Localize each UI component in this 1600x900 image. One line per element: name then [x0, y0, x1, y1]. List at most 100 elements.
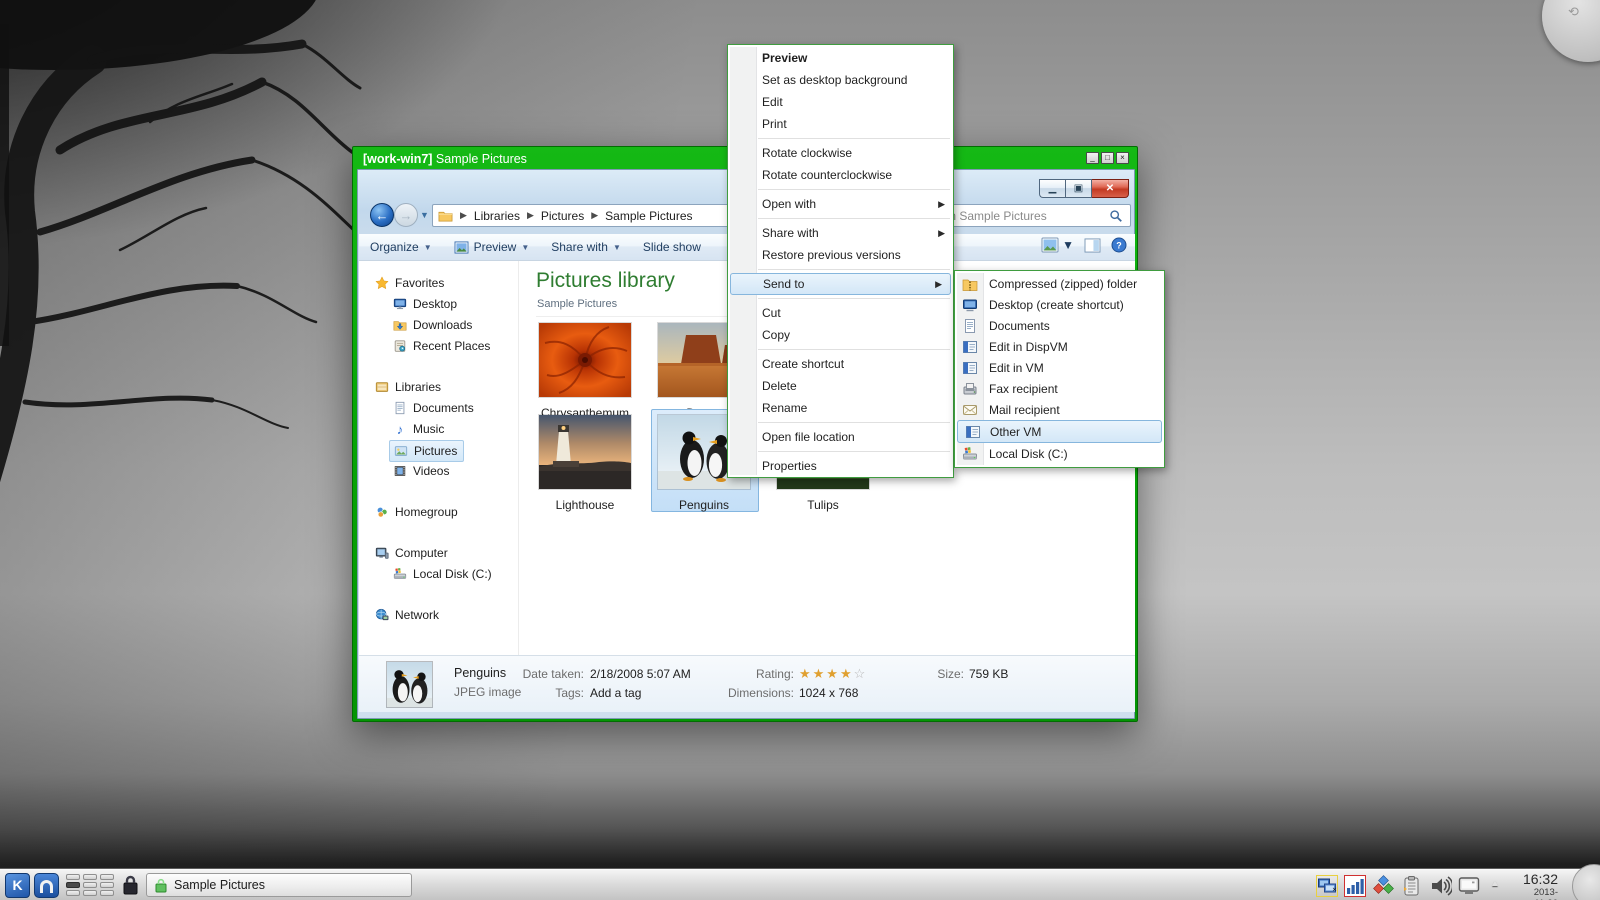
sendto-item-documents[interactable]: Documents [955, 316, 1164, 337]
help-icon[interactable]: ? [1111, 237, 1127, 253]
forward-button[interactable]: → [394, 203, 418, 227]
star-empty-icon[interactable]: ☆ [854, 666, 868, 681]
menu-item-rename[interactable]: Rename [728, 397, 953, 419]
menu-item-edit[interactable]: Edit [728, 91, 953, 113]
maximize-icon[interactable]: □ [1101, 152, 1114, 164]
desktop-cell-active[interactable] [66, 882, 80, 888]
menu-item-preview[interactable]: Preview [728, 47, 953, 69]
menu-item-restore-previous-versions[interactable]: Restore previous versions [728, 244, 953, 266]
sidebar-label: Computer [395, 546, 448, 560]
search-icon[interactable] [1109, 209, 1123, 223]
breadcrumb-sample-pictures[interactable]: Sample Pictures [605, 209, 692, 223]
clipboard-icon[interactable] [1400, 875, 1422, 897]
lock-icon[interactable] [122, 874, 139, 897]
vm-devices-icon[interactable]: ✕ [1316, 875, 1338, 897]
virtual-desktop-pager[interactable] [66, 874, 114, 896]
sidebar-item-recent-places[interactable]: Recent Places [393, 336, 490, 356]
app-launcher-icon[interactable] [34, 873, 59, 898]
tags-value[interactable]: Add a tag [590, 686, 641, 700]
kde-menu-button[interactable]: K [5, 873, 30, 898]
sendto-item-desktop-shortcut[interactable]: Desktop (create shortcut) [955, 295, 1164, 316]
libraries-icon [375, 380, 389, 394]
sidebar-item-downloads[interactable]: Downloads [393, 315, 472, 335]
menu-item-rotate-counterclockwise[interactable]: Rotate counterclockwise [728, 164, 953, 186]
menu-item-properties[interactable]: Properties [728, 455, 953, 477]
menu-item-send-to[interactable]: Send to▶ [730, 273, 951, 295]
menu-item-set-as-desktop-background[interactable]: Set as desktop background [728, 69, 953, 91]
sendto-item-mail-recipient[interactable]: Mail recipient [955, 399, 1164, 420]
green-lock-icon [155, 878, 167, 893]
change-view-button[interactable]: ▼ [1041, 237, 1074, 253]
sidebar-item-documents[interactable]: Documents [393, 398, 474, 418]
history-dropdown-icon[interactable]: ▼ [420, 210, 429, 220]
desktop-cell[interactable] [66, 890, 80, 896]
sidebar-label: Downloads [413, 318, 472, 332]
menu-separator [758, 189, 950, 190]
desktop-cell[interactable] [83, 890, 97, 896]
network-signal-icon[interactable] [1344, 875, 1366, 897]
tray-expander-icon[interactable]: ▲ [1490, 878, 1504, 890]
menu-item-create-shortcut[interactable]: Create shortcut [728, 353, 953, 375]
preview-icon [454, 241, 469, 254]
slide-show-button[interactable]: Slide show [632, 236, 712, 258]
desktop-cell[interactable] [100, 890, 114, 896]
sidebar-item-desktop[interactable]: Desktop [393, 294, 457, 314]
close-icon[interactable]: × [1116, 152, 1129, 164]
desktop-cell[interactable] [66, 874, 80, 880]
desktop-cell[interactable] [83, 882, 97, 888]
menu-item-delete[interactable]: Delete [728, 375, 953, 397]
sidebar-item-libraries[interactable]: Libraries [375, 377, 441, 397]
share-with-button[interactable]: Share with▼ [540, 236, 632, 258]
sidebar-item-computer[interactable]: Computer [375, 543, 448, 563]
size-label: Size: [924, 667, 964, 681]
menu-item-copy[interactable]: Copy [728, 324, 953, 346]
mail-icon [962, 402, 978, 418]
taskbar-task-sample-pictures[interactable]: Sample Pictures [146, 873, 412, 897]
back-button[interactable]: ← [370, 203, 394, 227]
menu-item-print[interactable]: Print [728, 113, 953, 135]
panel-toolbox-cashew[interactable] [1572, 864, 1600, 900]
send-to-submenu: Compressed (zipped) folder Desktop (crea… [954, 270, 1165, 468]
desktop-cell[interactable] [100, 874, 114, 880]
menu-item-cut[interactable]: Cut [728, 302, 953, 324]
menu-item-open-file-location[interactable]: Open file location [728, 426, 953, 448]
close-button[interactable]: ✕ [1092, 179, 1129, 198]
menu-item-open-with[interactable]: Open with▶ [728, 193, 953, 215]
file-chrysanthemum[interactable]: Chrysanthemum [539, 323, 631, 420]
display-icon[interactable] [1458, 875, 1480, 897]
submenu-arrow-icon: ▶ [938, 193, 945, 215]
sidebar-item-pictures[interactable]: Pictures [389, 440, 464, 462]
sendto-item-local-disk[interactable]: Local Disk (C:) [955, 443, 1164, 464]
file-lighthouse[interactable]: Lighthouse [539, 415, 631, 512]
preview-button[interactable]: Preview▼ [443, 236, 541, 258]
rating-stars[interactable]: ★★★★☆ [799, 666, 867, 682]
sendto-item-edit-in-dispvm[interactable]: Edit in DispVM [955, 337, 1164, 358]
maximize-button[interactable]: ▣ [1065, 179, 1092, 198]
sidebar-item-videos[interactable]: Videos [393, 461, 449, 481]
views-icon [1041, 237, 1059, 253]
qubes-manager-icon[interactable] [1372, 875, 1394, 897]
minimize-button[interactable]: ▁ [1039, 179, 1065, 198]
sidebar-item-favorites[interactable]: Favorites [375, 273, 444, 293]
sendto-item-compressed-folder[interactable]: Compressed (zipped) folder [955, 274, 1164, 295]
volume-icon[interactable] [1430, 875, 1452, 897]
star-filled-icon[interactable]: ★★★★ [799, 666, 854, 681]
taskbar-clock[interactable]: 16:32 2013-11-30 [1523, 871, 1558, 900]
desktop-cell[interactable] [100, 882, 114, 888]
wallpaper-dark-edge [0, 24, 9, 346]
breadcrumb-pictures[interactable]: Pictures [541, 209, 584, 223]
preview-pane-icon[interactable] [1084, 238, 1101, 253]
desktop-cell[interactable] [83, 874, 97, 880]
minimize-icon[interactable]: _ [1086, 152, 1099, 164]
sidebar-item-local-disk[interactable]: Local Disk (C:) [393, 564, 492, 584]
sidebar-item-network[interactable]: Network [375, 605, 439, 625]
sidebar-item-music[interactable]: ♪ Music [393, 419, 444, 439]
organize-button[interactable]: Organize▼ [359, 236, 443, 258]
sendto-item-fax-recipient[interactable]: Fax recipient [955, 378, 1164, 399]
sidebar-item-homegroup[interactable]: Homegroup [375, 502, 458, 522]
sendto-item-edit-in-vm[interactable]: Edit in VM [955, 358, 1164, 379]
sendto-item-other-vm[interactable]: Other VM [957, 420, 1162, 443]
menu-item-share-with[interactable]: Share with▶ [728, 222, 953, 244]
menu-item-rotate-clockwise[interactable]: Rotate clockwise [728, 142, 953, 164]
breadcrumb-libraries[interactable]: Libraries [474, 209, 520, 223]
